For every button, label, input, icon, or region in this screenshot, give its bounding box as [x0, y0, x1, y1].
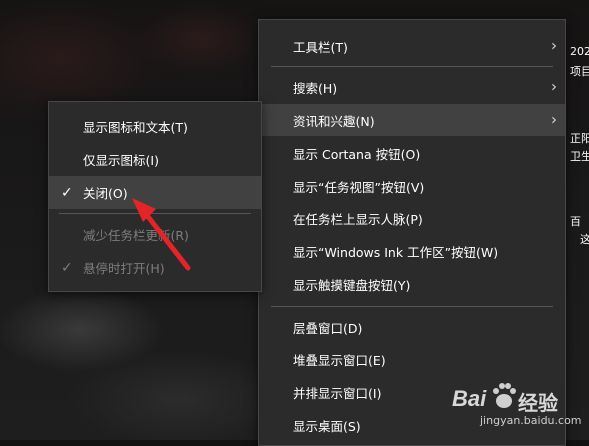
watermark-url: jingyan.baidu.com: [480, 414, 582, 427]
annotation-arrow-icon: [132, 198, 191, 271]
watermark-brand: Bai: [452, 386, 487, 411]
watermark-brand-2: 经验: [518, 391, 558, 415]
paw-icon: [493, 383, 516, 408]
